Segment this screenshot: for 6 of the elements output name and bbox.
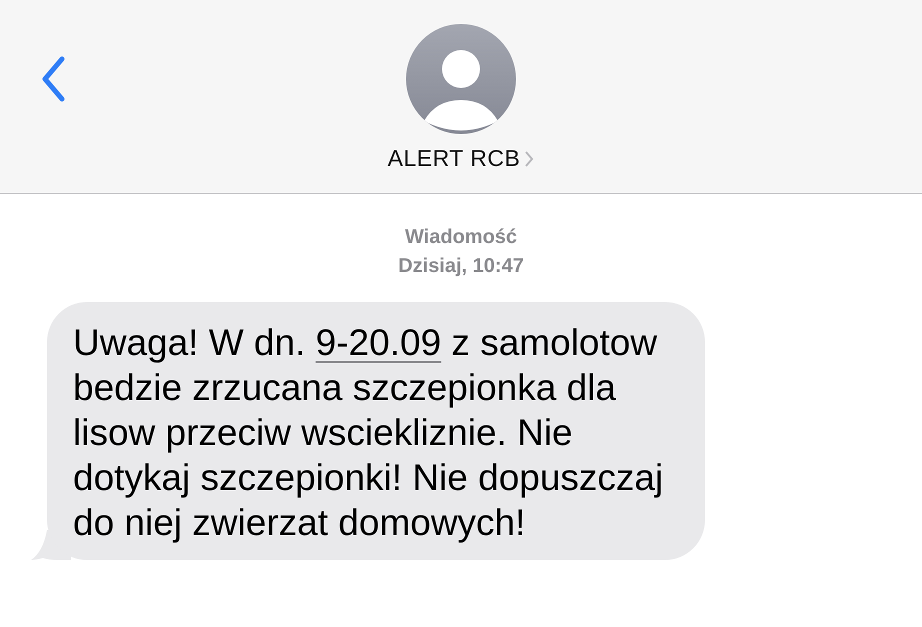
chevron-icon — [524, 150, 534, 168]
timestamp: Dzisiaj, 10:47 — [398, 254, 524, 279]
date-link[interactable]: 9-20.09 — [316, 322, 442, 363]
message-text: Uwaga! W dn. 9-20.09 z samolotow bedzie zrzucana szczepionka dla lisow przeciw wsciekliznie. Nie dotykaj szczepionki! Nie dopuszczaj do niej zwierzat domowych! — [73, 321, 664, 545]
back-icon — [40, 55, 66, 103]
thread-label: Wiadomość — [404, 225, 518, 250]
